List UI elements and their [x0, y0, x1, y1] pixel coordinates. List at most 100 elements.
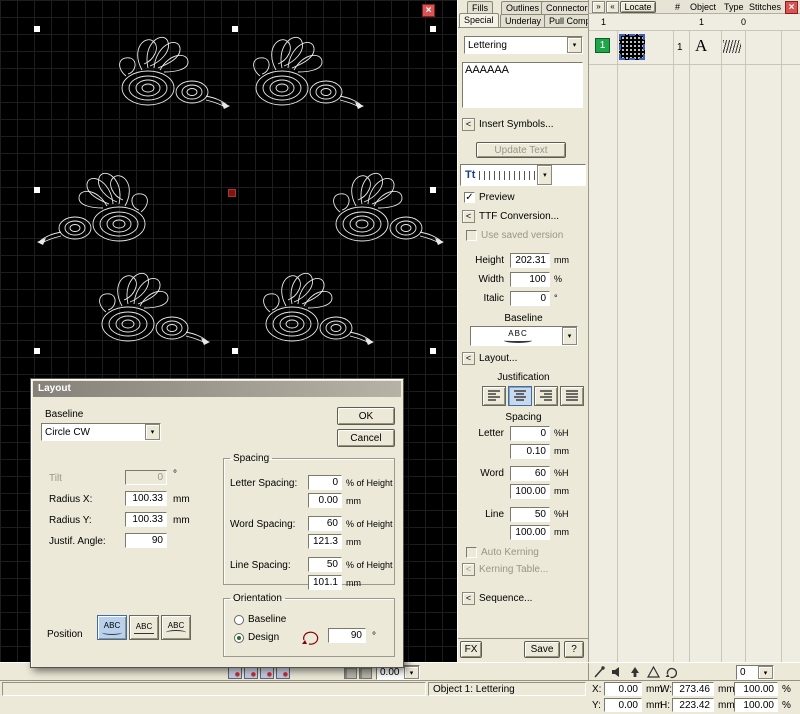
justify-left-button[interactable]	[482, 386, 506, 406]
orientation-design-radio[interactable]: Design	[234, 632, 279, 643]
word-spacing-pct-field[interactable]: 60	[510, 466, 550, 481]
chevron-down-icon[interactable]: ▾	[145, 424, 160, 440]
ornament-design[interactable]	[334, 173, 444, 245]
tab-underlay[interactable]: Underlay	[500, 14, 546, 27]
justify-full-button[interactable]	[560, 386, 584, 406]
fx-button[interactable]: FX	[460, 641, 482, 658]
status-bar-top: Object 1: Lettering X: 0.00 mm W: 273.46…	[0, 680, 800, 697]
selection-handle[interactable]	[430, 187, 436, 193]
ttf-conversion-button[interactable]: < TTF Conversion...	[462, 210, 559, 223]
object-order-badge[interactable]: 1	[595, 38, 610, 53]
line-spacing-pct-field[interactable]: 50	[308, 557, 342, 572]
tab-outlines[interactable]: Outlines	[501, 1, 544, 14]
arc-baseline-icon	[102, 630, 122, 635]
chevron-left-icon: <	[462, 118, 475, 131]
radius-y-label: Radius Y:	[49, 515, 92, 526]
ornament-design[interactable]	[264, 273, 374, 345]
font-sample-ticks	[479, 171, 537, 180]
chevron-down-icon[interactable]: ▾	[758, 666, 773, 679]
ornament-design[interactable]	[254, 37, 364, 109]
ornament-design[interactable]	[100, 273, 210, 345]
w-label: W:	[660, 684, 672, 695]
height-percent-field[interactable]: 100.00	[734, 698, 778, 712]
chevron-down-icon[interactable]: ▾	[537, 165, 552, 185]
line-spacing-mm-field[interactable]: 101.1	[308, 575, 342, 590]
position-arc-button[interactable]: ABC	[97, 615, 127, 640]
letter-spacing-pct-field[interactable]: 0	[308, 475, 342, 490]
width-percent-field[interactable]: 100.00	[734, 682, 778, 696]
object-thumbnail[interactable]	[619, 34, 645, 60]
line-spacing-mm-field[interactable]: 100.00	[510, 525, 550, 540]
object-type-combo[interactable]: Lettering ▾	[464, 36, 583, 54]
baseline-type-combo[interactable]: Circle CW ▾	[41, 423, 161, 441]
collapse-panel-button[interactable]: »	[592, 1, 605, 13]
orientation-group: Orientation Baseline Design 90 °	[223, 593, 395, 657]
selection-handle[interactable]	[430, 26, 436, 32]
justif-angle-field[interactable]: 90	[125, 533, 167, 548]
chevron-down-icon[interactable]: ▾	[567, 37, 582, 53]
ornament-design[interactable]	[120, 37, 230, 109]
selection-handle[interactable]	[34, 26, 40, 32]
position-overline-button[interactable]: ABC	[161, 615, 191, 640]
word-spacing-pct-field[interactable]: 60	[308, 516, 342, 531]
letter-spacing-mm-field[interactable]: 0.10	[510, 444, 550, 459]
save-button[interactable]: Save	[524, 641, 560, 658]
rotate-icon[interactable]	[664, 665, 679, 679]
chevron-down-icon[interactable]: ▾	[562, 327, 577, 345]
tab-special[interactable]: Special	[459, 13, 499, 27]
baseline-shape-combo[interactable]: ABC ▾	[470, 326, 578, 346]
cancel-button[interactable]: Cancel	[337, 429, 395, 447]
ornament-design[interactable]	[37, 173, 147, 245]
letter-spacing-pct-field[interactable]: 0	[510, 426, 550, 441]
tilt-field: 0	[125, 470, 167, 485]
position-label: Position	[47, 629, 83, 640]
width-value-field[interactable]: 273.46	[672, 682, 714, 696]
height-value-field[interactable]: 223.42	[672, 698, 714, 712]
selection-handle[interactable]	[430, 348, 436, 354]
selection-handle[interactable]	[34, 187, 40, 193]
chevron-down-icon[interactable]: ▾	[404, 666, 419, 679]
help-button[interactable]: ?	[564, 641, 584, 658]
expand-panel-button[interactable]: «	[606, 1, 619, 13]
position-line-button[interactable]: ABC	[129, 615, 159, 640]
italic-field[interactable]: 0	[510, 291, 550, 306]
sequence-button[interactable]: < Sequence...	[462, 592, 532, 605]
ok-button[interactable]: OK	[337, 407, 395, 425]
dialog-titlebar[interactable]: Layout	[33, 381, 401, 397]
word-spacing-mm-field[interactable]: 121.3	[308, 534, 342, 549]
stitch-index-combo[interactable]: 0 ▾	[736, 665, 774, 680]
lettering-text-input[interactable]: AAAAAA	[462, 62, 583, 108]
selection-handle[interactable]	[232, 26, 238, 32]
justify-right-button[interactable]	[534, 386, 558, 406]
y-position-field[interactable]: 0.00	[604, 698, 642, 712]
line-spacing-pct-field[interactable]: 50	[510, 507, 550, 522]
lettering-type-glyph: A	[695, 36, 707, 56]
justify-center-button[interactable]	[508, 386, 532, 406]
canvas-close-button[interactable]: ×	[422, 4, 435, 17]
panel-close-button[interactable]: ×	[785, 1, 798, 14]
warning-triangle-icon[interactable]	[646, 665, 661, 679]
height-field[interactable]: 202.31	[510, 253, 550, 268]
needle-icon[interactable]	[592, 665, 607, 679]
width-field[interactable]: 100	[510, 272, 550, 287]
orientation-angle-field[interactable]: 90	[328, 628, 366, 643]
selection-handle[interactable]	[34, 348, 40, 354]
radius-y-field[interactable]: 100.33	[125, 512, 167, 527]
insert-symbols-button[interactable]: < Insert Symbols...	[462, 118, 553, 131]
object-count: 1	[601, 17, 606, 27]
x-position-field[interactable]: 0.00	[604, 682, 642, 696]
letter-spacing-mm-field[interactable]: 0.00	[308, 493, 342, 508]
update-text-button[interactable]: Update Text	[476, 142, 566, 158]
layout-button[interactable]: < Layout...	[462, 352, 517, 365]
word-spacing-mm-field[interactable]: 100.00	[510, 484, 550, 499]
italic-row: Italic 0 °	[458, 291, 589, 307]
speaker-icon[interactable]	[610, 665, 625, 679]
preview-checkbox[interactable]: ✓ Preview	[464, 192, 515, 203]
arrow-up-icon[interactable]	[628, 665, 643, 679]
spacing-group: Spacing Letter Spacing: 0 % of Height 0.…	[223, 453, 395, 585]
selection-handle[interactable]	[232, 348, 238, 354]
radius-x-field[interactable]: 100.33	[125, 491, 167, 506]
locate-button[interactable]: Locate	[620, 1, 656, 13]
orientation-baseline-radio[interactable]: Baseline	[234, 614, 286, 625]
font-combo[interactable]: Tt ▾	[460, 164, 586, 186]
